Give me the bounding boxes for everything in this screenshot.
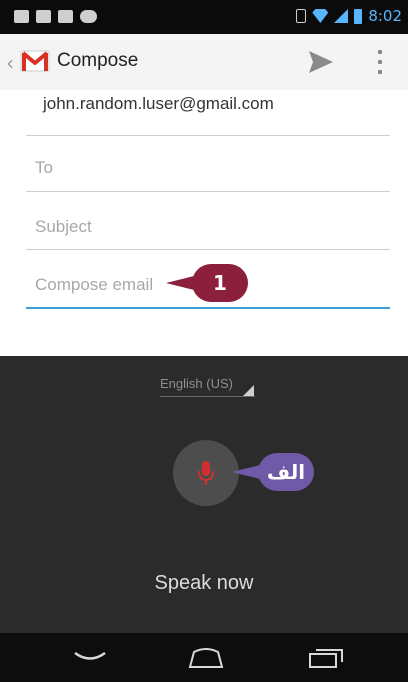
action-bar: ‹ Compose (0, 34, 408, 91)
from-field[interactable]: john.random.luser@gmail.com (43, 94, 274, 114)
page-title: Compose (57, 50, 139, 71)
clock: 8:02 (368, 7, 402, 25)
overflow-menu-icon[interactable] (374, 50, 386, 74)
notification-icon (36, 10, 51, 23)
microphone-icon (198, 461, 214, 485)
status-bar: 8:02 (0, 0, 408, 34)
dropdown-triangle-icon (243, 385, 254, 396)
bluetooth-icon (296, 9, 307, 23)
recent-apps-icon[interactable] (306, 646, 346, 670)
cloud-icon (80, 10, 97, 23)
wifi-icon (312, 9, 329, 23)
compose-form: john.random.luser@gmail.com To Subject C… (0, 90, 408, 356)
subject-field[interactable]: Subject (35, 217, 92, 237)
send-icon[interactable] (307, 49, 335, 75)
back-chevron-icon[interactable] (72, 646, 108, 668)
divider (26, 191, 390, 192)
signal-icon (334, 9, 349, 23)
notification-icons (14, 10, 97, 23)
language-selector[interactable]: English (US) (160, 376, 233, 391)
gmail-logo[interactable] (20, 49, 50, 73)
callout-badge: 1 (166, 264, 248, 302)
system-icons: 8:02 (296, 7, 402, 25)
callout-badge: الف (232, 453, 314, 491)
divider (26, 135, 390, 136)
compose-email-field[interactable]: Compose email (35, 275, 153, 295)
speak-now-label: Speak now (154, 572, 254, 594)
battery-icon (354, 8, 363, 24)
to-field[interactable]: To (35, 158, 53, 178)
microphone-button[interactable] (173, 440, 239, 506)
divider (26, 249, 390, 250)
home-icon[interactable] (186, 646, 226, 670)
back-caret-icon[interactable]: ‹ (6, 51, 14, 75)
notification-icon (14, 10, 29, 23)
language-underline (160, 396, 255, 397)
notification-icon (58, 10, 73, 23)
navigation-bar (0, 633, 408, 682)
voice-input-panel: English (US) الف Speak now (0, 356, 408, 633)
focus-underline (26, 307, 390, 309)
